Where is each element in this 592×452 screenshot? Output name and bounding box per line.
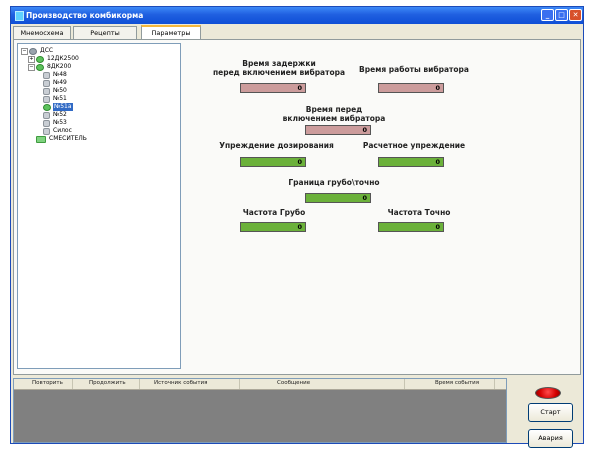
- maximize-button[interactable]: □: [555, 9, 568, 21]
- tab-recipes[interactable]: Рецепты: [73, 26, 137, 39]
- green-node-icon: [43, 104, 51, 111]
- gear-icon: [43, 128, 50, 135]
- freq-fine-field[interactable]: 0: [378, 222, 444, 232]
- gear-icon: [43, 80, 50, 87]
- label-vibrator-work-time: Время работы вибратора: [359, 65, 469, 74]
- tree-item-48[interactable]: №48: [43, 71, 68, 79]
- col-divider: [72, 379, 73, 389]
- delay-before-vibrator-field[interactable]: 0: [240, 83, 306, 93]
- col-continue[interactable]: Продолжить: [89, 380, 126, 386]
- main-window: Производство комбикорма _ □ ✕ Мнемосхема…: [10, 6, 584, 448]
- col-event-time[interactable]: Время события: [435, 380, 479, 386]
- col-repeat[interactable]: Повторить: [32, 380, 63, 386]
- tree-item-52[interactable]: №52: [43, 111, 68, 119]
- gear-icon: [43, 96, 50, 103]
- events-header: Повторить Продолжить Источник события Со…: [14, 379, 506, 390]
- tree-item-49[interactable]: №49: [43, 79, 68, 87]
- dosing-advance-field[interactable]: 0: [240, 157, 306, 167]
- label-delay-line2: перед включением вибратора: [212, 68, 346, 77]
- tree-item-51[interactable]: №51: [43, 95, 68, 103]
- alarm-led-indicator: [535, 387, 561, 399]
- tree-item-silos[interactable]: Силос: [43, 127, 73, 135]
- freq-coarse-field[interactable]: 0: [240, 222, 306, 232]
- collapse-icon[interactable]: −: [21, 48, 28, 55]
- col-divider: [404, 379, 405, 389]
- tree-item-8dk200[interactable]: −8ДК200: [28, 63, 72, 71]
- label-freq-fine: Частота Точно: [387, 208, 451, 217]
- expand-icon[interactable]: +: [28, 56, 35, 63]
- globe-icon: [29, 48, 37, 55]
- label-delay-before-vibrator: Время задержки перед включением вибратор…: [204, 59, 354, 77]
- label-delay-line1: Время задержки: [242, 59, 316, 68]
- emergency-button[interactable]: Авария: [528, 429, 573, 448]
- tab-parameters[interactable]: Параметры: [141, 25, 201, 39]
- title-bar[interactable]: Производство комбикорма _ □ ✕: [11, 7, 583, 24]
- tree-item-51a[interactable]: №51а: [43, 103, 73, 111]
- tree-item-dss[interactable]: − ДСС: [21, 47, 54, 55]
- tree-item-mixer[interactable]: СМЕСИТЕЛЬ: [36, 135, 88, 143]
- coarse-fine-boundary-field[interactable]: 0: [305, 193, 371, 203]
- tree-item-50[interactable]: №50: [43, 87, 68, 95]
- label-time-before-vibrator: Время перед включением вибратора: [269, 105, 399, 123]
- label-freq-coarse: Частота Грубо: [242, 208, 306, 217]
- gear-icon: [43, 120, 50, 127]
- tree-item-12dk2500[interactable]: +12ДК2500: [28, 55, 80, 63]
- minimize-button[interactable]: _: [541, 9, 554, 21]
- col-event-source[interactable]: Источник события: [154, 380, 207, 386]
- label-calc-advance: Расчетное упреждение: [362, 141, 466, 150]
- col-divider: [239, 379, 240, 389]
- tree-item-53[interactable]: №53: [43, 119, 68, 127]
- gear-icon: [43, 112, 50, 119]
- app-icon: [15, 11, 24, 21]
- label-time-before-line1: Время перед: [305, 105, 363, 114]
- label-time-before-line2: включением вибратора: [282, 114, 386, 123]
- col-divider: [494, 379, 495, 389]
- window-title: Производство комбикорма: [26, 11, 144, 20]
- mixer-icon: [36, 136, 46, 143]
- tab-strip: Мнемосхема Рецепты Параметры: [13, 25, 581, 40]
- events-list[interactable]: Повторить Продолжить Источник события Со…: [13, 378, 507, 443]
- vibrator-work-time-field[interactable]: 0: [378, 83, 444, 93]
- col-divider: [139, 379, 140, 389]
- parameters-panel: − ДСС +12ДК2500 −8ДК200 №48 №49 №50 №51 №…: [13, 39, 581, 375]
- col-message[interactable]: Сообщение: [277, 380, 310, 386]
- tab-mnemoscheme[interactable]: Мнемосхема: [13, 26, 71, 39]
- calc-advance-field[interactable]: 0: [378, 157, 444, 167]
- label-dosing-advance: Упреждение дозирования: [219, 141, 334, 150]
- green-node-icon: [36, 56, 44, 63]
- start-button[interactable]: Старт: [528, 403, 573, 422]
- gear-icon: [43, 88, 50, 95]
- close-button[interactable]: ✕: [569, 9, 582, 21]
- gear-icon: [43, 72, 50, 79]
- device-tree[interactable]: − ДСС +12ДК2500 −8ДК200 №48 №49 №50 №51 №…: [17, 43, 181, 369]
- green-node-icon: [36, 64, 44, 71]
- time-before-vibrator-field[interactable]: 0: [305, 125, 371, 135]
- collapse-icon[interactable]: −: [28, 64, 35, 71]
- label-coarse-fine-boundary: Граница грубо\точно: [288, 178, 380, 187]
